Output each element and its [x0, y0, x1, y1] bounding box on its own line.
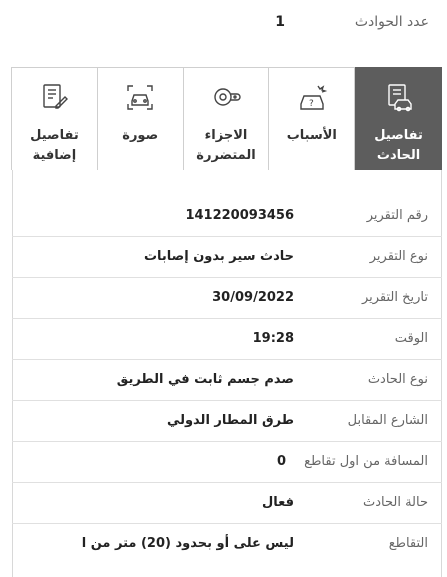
accident-report-icon — [383, 82, 415, 116]
tab-causes[interactable]: ? الأسباب — [268, 67, 356, 170]
accident-count-label: عدد الحوادث — [354, 14, 429, 30]
detail-row-intersection: التقاطع ليس على أو بحدود (20) متر من ا — [12, 524, 442, 565]
detail-label: نوع الحادث — [367, 372, 428, 387]
tab-label: تفاصيل إضافية — [30, 128, 79, 163]
tab-photo[interactable]: صورة — [96, 67, 184, 170]
detail-row-distance: المسافة من اول تقاطع 0 — [12, 442, 442, 483]
detail-row-accident-status: حالة الحادث فعال — [12, 483, 442, 524]
detail-row-report-type: نوع التقرير حادث سير بدون إصابات — [12, 237, 442, 278]
car-parts-icon — [210, 82, 242, 116]
detail-value: فعال — [261, 495, 294, 510]
detail-row-opposite-street: الشارع المقابل طرق المطار الدولي — [12, 401, 442, 442]
detail-label: نوع التقرير — [369, 249, 428, 264]
tab-damaged-parts[interactable]: الاجزاء المتضررة — [182, 67, 270, 170]
tab-label: الاجزاء المتضررة — [196, 128, 256, 163]
detail-label: رقم التقرير — [366, 208, 428, 223]
car-photo-icon — [124, 82, 156, 116]
question-car-icon: ? — [296, 82, 328, 116]
detail-label: تاريخ التقرير — [361, 290, 428, 305]
detail-row-report-date: تاريخ التقرير 30/09/2022 — [12, 278, 442, 319]
detail-value: 30/09/2022 — [212, 290, 294, 305]
details-list: رقم التقرير 141220093456 نوع التقرير حاد… — [12, 196, 442, 565]
tab-bar: تفاصيل الحادث ? الأسباب الاجزاء المتضررة — [11, 67, 442, 170]
detail-label: الشارع المقابل — [347, 413, 428, 428]
detail-value: صدم جسم ثابت في الطريق — [116, 372, 294, 387]
detail-value: 141220093456 — [185, 208, 294, 223]
tab-extra-details[interactable]: تفاصيل إضافية — [11, 67, 98, 170]
detail-label: التقاطع — [388, 536, 428, 551]
detail-value: 0 — [276, 454, 286, 469]
svg-text:?: ? — [309, 99, 314, 109]
detail-label: المسافة من اول تقاطع — [304, 454, 428, 469]
detail-row-accident-type: نوع الحادث صدم جسم ثابت في الطريق — [12, 360, 442, 401]
tab-label: تفاصيل الحادث — [374, 128, 423, 163]
accident-count-value: 1 — [275, 14, 285, 30]
detail-label: حالة الحادث — [362, 495, 428, 510]
detail-value: ليس على أو بحدود (20) متر من ا — [81, 536, 294, 551]
detail-value: 19:28 — [252, 331, 294, 346]
detail-row-report-number: رقم التقرير 141220093456 — [12, 196, 442, 237]
accident-count-row: عدد الحوادث 1 — [0, 0, 447, 50]
edit-document-icon — [38, 82, 70, 116]
tab-accident-details[interactable]: تفاصيل الحادث — [355, 67, 442, 170]
tab-label: الأسباب — [286, 128, 337, 143]
detail-row-time: الوقت 19:28 — [12, 319, 442, 360]
detail-label: الوقت — [394, 331, 428, 346]
detail-value: طرق المطار الدولي — [166, 413, 294, 428]
detail-value: حادث سير بدون إصابات — [143, 249, 294, 264]
tab-label: صورة — [122, 128, 159, 143]
